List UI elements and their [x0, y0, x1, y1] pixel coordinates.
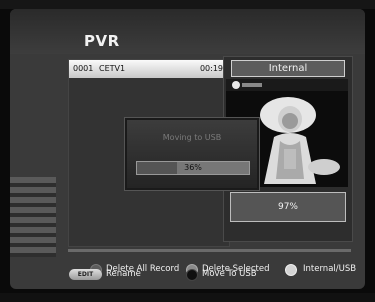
storage-label: Internal [231, 60, 345, 77]
bottom-bezel [0, 293, 375, 302]
progress-bar: 36% [136, 161, 250, 175]
blue-key-icon[interactable] [186, 269, 198, 281]
progress-percent: 36% [184, 163, 202, 172]
legend-internal-usb: Internal/USB [303, 264, 357, 274]
header-band [10, 9, 365, 54]
pvr-screen: PVR 0001 CETV1 00:19 Internal 97% Moving… [0, 0, 375, 302]
storage-usage: 97% [230, 192, 346, 222]
pvr-window: PVR 0001 CETV1 00:19 Internal 97% Moving… [10, 9, 365, 289]
yellow-key-icon[interactable] [285, 264, 297, 276]
dialog-title: Moving to USB [162, 133, 222, 142]
legend-rename: Rename [106, 269, 141, 279]
footer-divider [68, 249, 351, 252]
record-number: 0001 [73, 64, 94, 73]
record-channel: CETV1 [99, 64, 126, 73]
legend-move-to-usb: Move To USB [202, 269, 257, 279]
move-dialog: Moving to USB 36% [125, 118, 259, 190]
record-duration: 00:19 [199, 64, 223, 73]
decorative-stripes [10, 177, 56, 257]
top-bezel [0, 0, 375, 9]
list-item[interactable]: 0001 CETV1 00:19 [69, 60, 229, 78]
edit-key-icon[interactable]: EDIT [69, 269, 102, 280]
page-title: PVR [84, 32, 120, 50]
